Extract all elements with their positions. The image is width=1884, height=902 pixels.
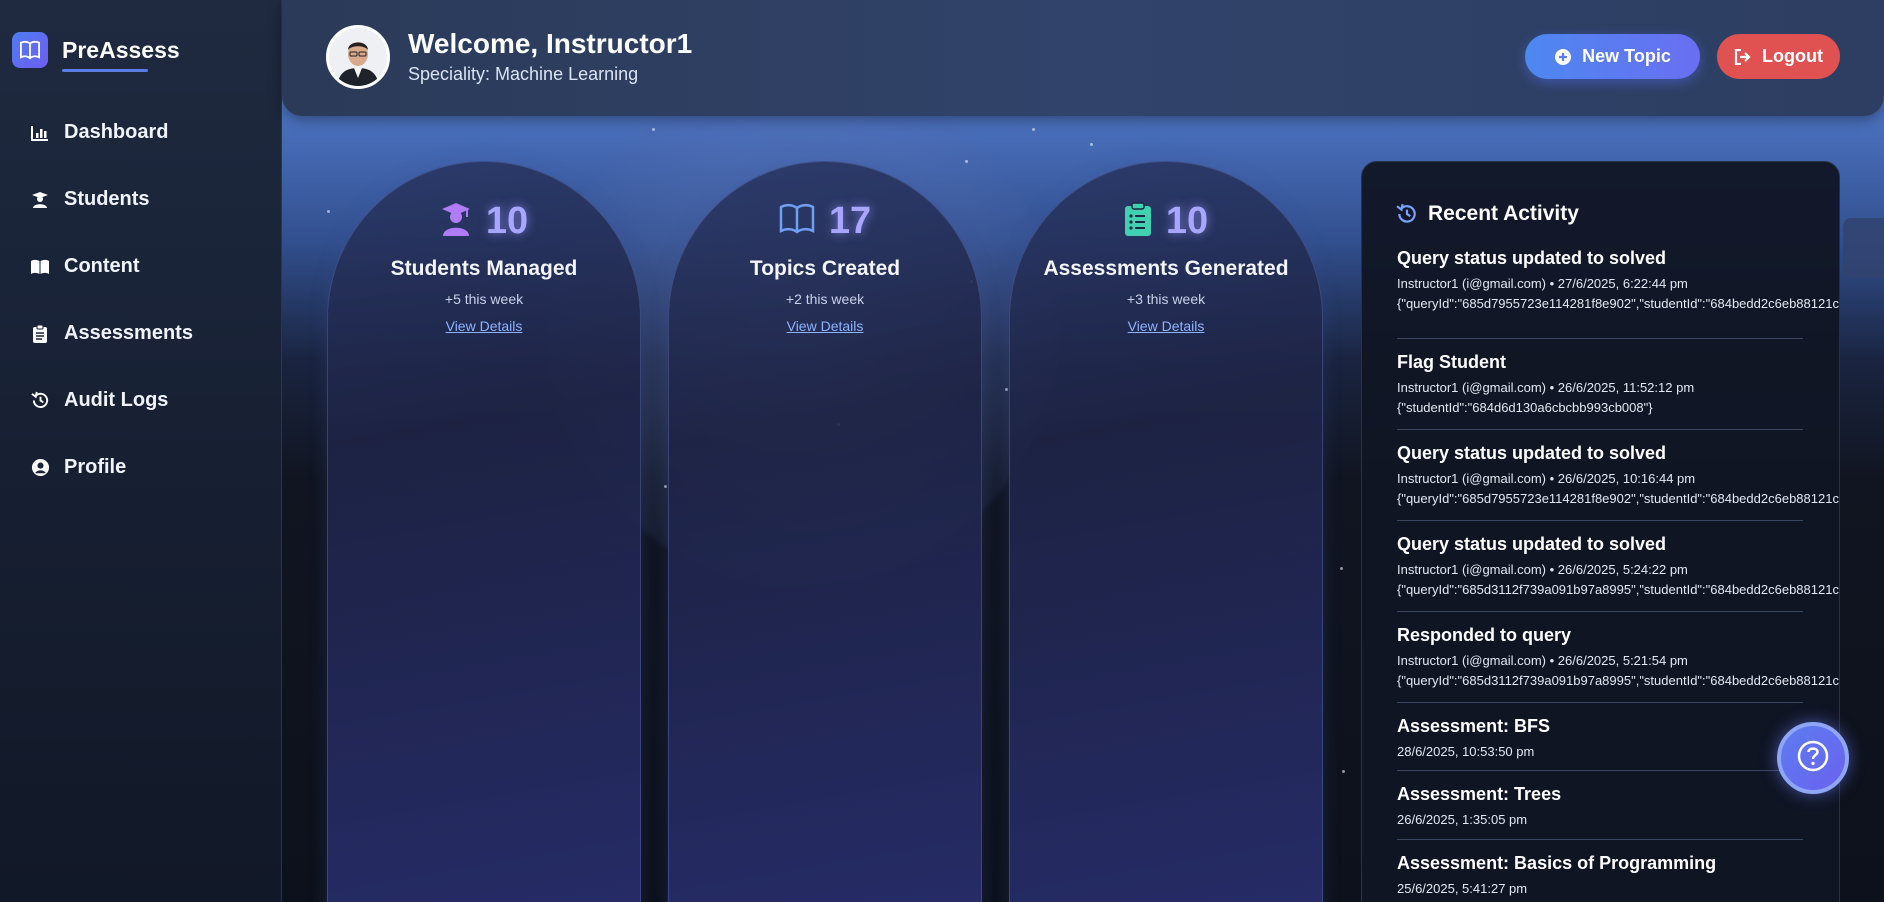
activity-details: {"queryId":"685d3112f739a091b97a8995","s… <box>1397 582 1840 597</box>
recent-activity-title: Recent Activity <box>1428 202 1579 225</box>
stat-card-students[interactable]: 10 Students Managed +5 this week View De… <box>327 161 641 902</box>
sidebar-item-label: Dashboard <box>64 121 169 143</box>
stat-title: Students Managed <box>390 257 578 280</box>
list-item[interactable]: Assessment: Trees 26/6/2025, 1:35:05 pm <box>1397 771 1803 840</box>
stat-subtext: +5 this week <box>444 291 524 307</box>
book-open-icon <box>779 203 815 240</box>
sidebar-item-label: Assessments <box>64 322 193 344</box>
brand-name: PreAssess <box>62 36 180 72</box>
activity-title: Query status updated to solved <box>1397 248 1667 268</box>
help-button[interactable] <box>1777 722 1849 794</box>
top-header: Welcome, Instructor1 Speciality: Machine… <box>282 0 1884 116</box>
list-item[interactable]: Assessment: BFS 28/6/2025, 10:53:50 pm <box>1397 703 1803 771</box>
list-item[interactable]: Query status updated to solved Instructo… <box>1397 521 1840 612</box>
recent-activity-panel: Recent Activity Query status updated to … <box>1361 161 1840 902</box>
list-item[interactable]: Query status updated to solved Instructo… <box>1397 248 1840 339</box>
plus-circle-icon <box>1554 48 1572 66</box>
activity-title: Query status updated to solved <box>1397 443 1667 463</box>
stat-subtext: +3 this week <box>1126 291 1206 307</box>
sidebar-item-assessments[interactable]: Assessments <box>0 300 282 367</box>
activity-title: Flag Student <box>1397 352 1506 372</box>
activity-title: Query status updated to solved <box>1397 534 1667 554</box>
activity-details: {"queryId":"685d7955723e114281f8e902","s… <box>1397 491 1840 506</box>
clipboard-check-icon <box>1124 202 1152 241</box>
sidebar-item-label: Profile <box>64 456 127 478</box>
sidebar-item-label: Content <box>64 255 140 277</box>
stat-title: Assessments Generated <box>1043 257 1289 280</box>
student-icon <box>30 190 50 210</box>
activity-details: {"studentId":"684d6d130a6cbcbb993cb008"} <box>1397 400 1653 415</box>
activity-meta: Instructor1 (i@gmail.com) • 26/6/2025, 5… <box>1397 653 1688 668</box>
stat-value: 10 <box>485 200 529 242</box>
activity-meta: Instructor1 (i@gmail.com) • 27/6/2025, 6… <box>1397 276 1688 291</box>
list-item[interactable]: Query status updated to solved Instructo… <box>1397 430 1840 521</box>
sidebar-item-dashboard[interactable]: Dashboard <box>0 99 282 166</box>
activity-title: Assessment: BFS <box>1397 716 1551 736</box>
speciality-text: Speciality: Machine Learning <box>408 64 639 84</box>
sidebar-item-students[interactable]: Students <box>0 166 282 233</box>
history-icon <box>1396 203 1418 225</box>
sidebar-item-label: Audit Logs <box>64 389 169 411</box>
question-circle-icon <box>1796 739 1830 778</box>
user-circle-icon <box>30 458 50 478</box>
activity-meta: Instructor1 (i@gmail.com) • 26/6/2025, 1… <box>1397 380 1695 395</box>
avatar[interactable] <box>326 25 390 89</box>
sidebar-item-content[interactable]: Content <box>0 233 282 300</box>
activity-title: Responded to query <box>1397 625 1572 645</box>
stat-card-assessments[interactable]: 10 Assessments Generated +3 this week Vi… <box>1009 161 1323 902</box>
history-icon <box>30 391 50 411</box>
logout-button[interactable]: Logout <box>1717 34 1840 79</box>
stat-card-topics[interactable]: 17 Topics Created +2 this week View Deta… <box>668 161 982 902</box>
logout-icon <box>1734 48 1752 65</box>
activity-title: Assessment: Trees <box>1397 784 1562 804</box>
activity-details: {"queryId":"685d7955723e114281f8e902","s… <box>1397 296 1840 311</box>
sidebar-item-profile[interactable]: Profile <box>0 434 282 501</box>
activity-meta: Instructor1 (i@gmail.com) • 26/6/2025, 5… <box>1397 562 1688 577</box>
list-item[interactable]: Responded to query Instructor1 (i@gmail.… <box>1397 612 1840 703</box>
stat-value: 17 <box>828 200 872 242</box>
sidebar-nav: Dashboard Students Content Assessments A… <box>0 121 282 501</box>
welcome-heading: Welcome, Instructor1 <box>408 28 693 59</box>
activity-details: {"queryId":"685d3112f739a091b97a8995","s… <box>1397 673 1840 688</box>
activity-title: Assessment: Basics of Programming <box>1397 853 1717 873</box>
activity-list: Query status updated to solved Instructo… <box>1397 248 1840 902</box>
sidebar: PreAssess Dashboard Students Content Ass… <box>0 0 282 902</box>
activity-meta: 28/6/2025, 10:53:50 pm <box>1397 744 1535 759</box>
graduate-icon <box>440 202 472 241</box>
activity-meta: Instructor1 (i@gmail.com) • 26/6/2025, 1… <box>1397 471 1696 486</box>
list-item[interactable]: Flag Student Instructor1 (i@gmail.com) •… <box>1397 339 1803 430</box>
clipboard-icon <box>30 324 50 344</box>
view-details-link[interactable]: View Details <box>669 318 981 334</box>
stat-title: Topics Created <box>749 257 901 280</box>
sidebar-item-label: Students <box>64 188 150 210</box>
stat-subtext: +2 this week <box>785 291 865 307</box>
list-item[interactable]: Assessment: Basics of Programming 25/6/2… <box>1397 840 1803 902</box>
logout-label: Logout <box>1762 46 1823 66</box>
new-topic-button[interactable]: New Topic <box>1525 34 1700 79</box>
book-open-icon <box>12 32 48 68</box>
view-details-link[interactable]: View Details <box>328 318 640 334</box>
edge-decoration <box>1843 218 1884 278</box>
book-icon <box>30 257 50 277</box>
activity-meta: 26/6/2025, 1:35:05 pm <box>1397 812 1528 827</box>
brand[interactable]: PreAssess <box>12 32 180 72</box>
activity-meta: 25/6/2025, 5:41:27 pm <box>1397 881 1528 896</box>
stat-value: 10 <box>1165 200 1209 242</box>
new-topic-label: New Topic <box>1582 46 1671 66</box>
bar-chart-icon <box>30 123 50 143</box>
view-details-link[interactable]: View Details <box>1010 318 1322 334</box>
sidebar-item-audit-logs[interactable]: Audit Logs <box>0 367 282 434</box>
